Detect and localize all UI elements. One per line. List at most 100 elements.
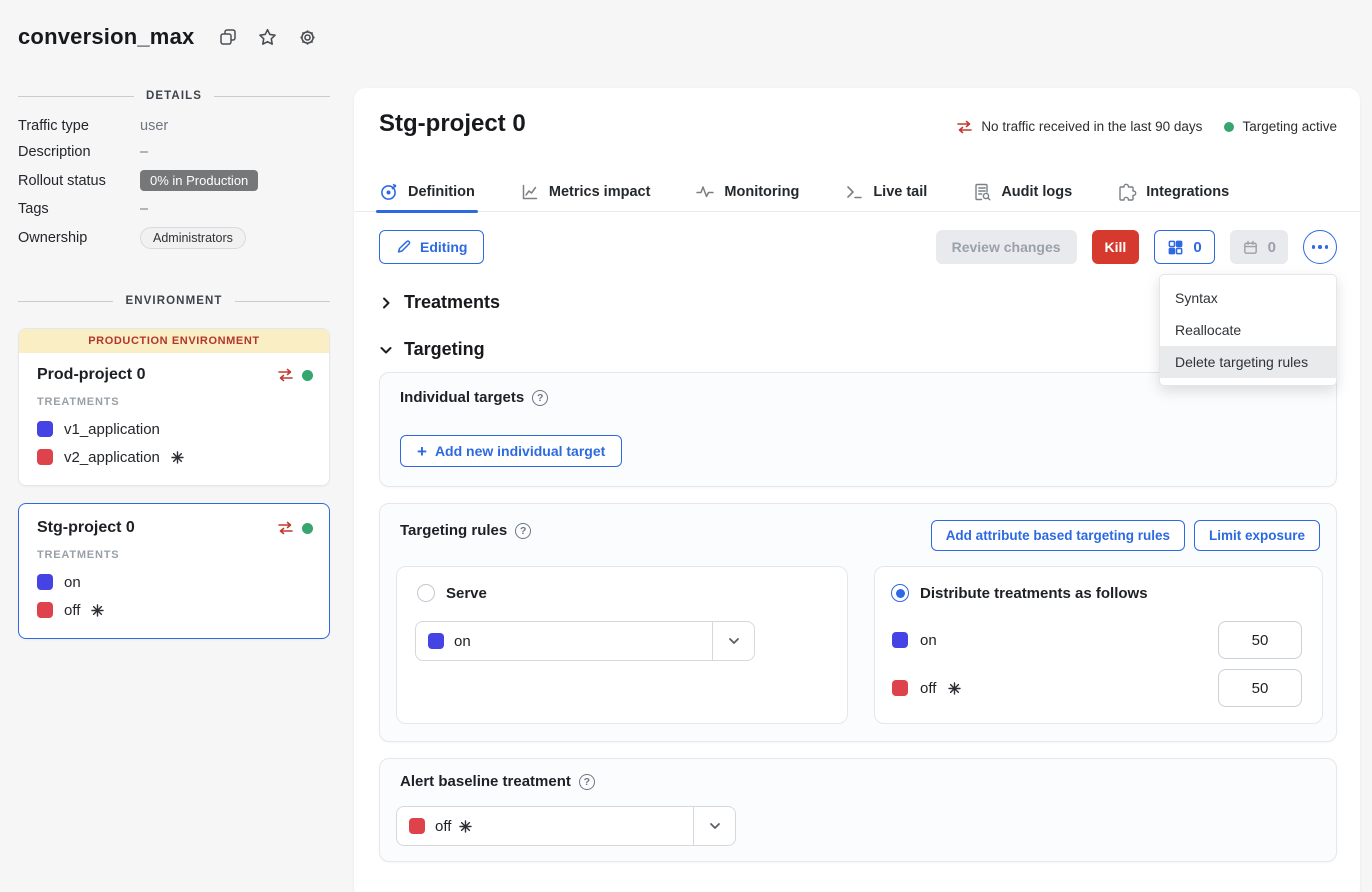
production-environment-banner: PRODUCTION ENVIRONMENT [19, 329, 329, 353]
ownership-pill[interactable]: Administrators [140, 227, 246, 249]
treatment-row: off [37, 596, 313, 624]
treatment-row: v1_application [37, 415, 313, 443]
review-changes-button[interactable]: Review changes [936, 230, 1077, 264]
env-name: Prod-project 0 [37, 366, 277, 384]
traffic-swap-icon [277, 521, 294, 535]
default-treatment-asterisk-icon [171, 451, 184, 464]
help-icon[interactable]: ? [579, 774, 595, 790]
menu-item-syntax[interactable]: Syntax [1160, 282, 1336, 314]
individual-targets-title: Individual targets [400, 389, 524, 406]
alert-baseline-select[interactable]: off [396, 806, 736, 846]
default-treatment-asterisk-icon [459, 820, 472, 833]
puzzle-icon [1117, 182, 1137, 202]
env-card-prod[interactable]: PRODUCTION ENVIRONMENT Prod-project 0 TR… [18, 328, 330, 486]
env-active-dot [302, 370, 313, 381]
individual-targets-panel: Individual targets ? + Add new individua… [379, 372, 1337, 487]
distribute-row-off: off [892, 669, 1302, 707]
details-divider: DETAILS [18, 90, 330, 102]
chevron-right-icon [379, 296, 393, 310]
chevron-down-icon [379, 343, 393, 357]
rules-count-button[interactable]: 0 [1154, 230, 1214, 264]
tab-metrics-impact[interactable]: Metrics impact [520, 172, 651, 212]
treatment-row: v2_application [37, 443, 313, 471]
menu-item-delete-targeting-rules[interactable]: Delete targeting rules [1160, 346, 1336, 378]
treatment-row: on [37, 568, 313, 596]
environment-divider: ENVIRONMENT [18, 295, 330, 307]
add-individual-target-button[interactable]: + Add new individual target [400, 435, 622, 467]
detail-row-traffic-type: Traffic type user [18, 113, 330, 139]
treatment-color-swatch [37, 574, 53, 590]
tab-monitoring[interactable]: Monitoring [695, 172, 799, 212]
traffic-swap-icon [956, 120, 973, 134]
distribute-card: Distribute treatments as follows on off [874, 566, 1323, 724]
copy-icon[interactable] [218, 27, 238, 47]
targeting-section-toggle[interactable]: Targeting [379, 339, 485, 360]
chart-line-icon [520, 182, 540, 202]
tab-bar: Definition Metrics impact Monitoring [354, 172, 1360, 212]
env-card-stg[interactable]: Stg-project 0 TREATMENTS on [18, 503, 330, 639]
add-attribute-rules-button[interactable]: Add attribute based targeting rules [931, 520, 1185, 551]
tab-integrations[interactable]: Integrations [1117, 172, 1229, 212]
serve-treatment-select[interactable]: on [415, 621, 755, 661]
distribute-row-on: on [892, 621, 1302, 659]
tab-definition[interactable]: Definition [379, 172, 475, 212]
kill-button[interactable]: Kill [1092, 230, 1140, 264]
rollout-status-badge: 0% in Production [140, 170, 258, 191]
tab-audit-logs[interactable]: Audit logs [972, 172, 1072, 212]
calendar-icon [1242, 239, 1259, 256]
targeting-rules-title: Targeting rules [400, 522, 507, 539]
pulse-icon [695, 182, 715, 202]
favorite-star-icon[interactable] [257, 27, 278, 48]
treatment-color-swatch [409, 818, 425, 834]
distribute-radio[interactable] [891, 584, 909, 602]
percentage-input-off[interactable] [1218, 669, 1302, 707]
more-actions-menu: Syntax Reallocate Delete targeting rules [1159, 274, 1337, 386]
env-active-dot [302, 523, 313, 534]
schedule-count-button[interactable]: 0 [1230, 230, 1288, 264]
detail-row-ownership: Ownership Administrators [18, 222, 330, 253]
chevron-down-icon [693, 807, 735, 845]
limit-exposure-button[interactable]: Limit exposure [1194, 520, 1320, 551]
details-heading: DETAILS [146, 90, 202, 102]
targeting-active-status: Targeting active [1224, 119, 1337, 134]
treatments-label: TREATMENTS [37, 396, 313, 408]
detail-row-rollout-status: Rollout status 0% in Production [18, 165, 330, 196]
detail-row-description: Description – [18, 139, 330, 165]
targeting-active-dot [1224, 122, 1234, 132]
environment-heading: ENVIRONMENT [125, 295, 222, 307]
settings-gear-icon[interactable] [297, 27, 318, 48]
alert-baseline-title: Alert baseline treatment [400, 773, 571, 790]
editing-button[interactable]: Editing [379, 230, 484, 264]
flag-name: conversion_max [18, 24, 194, 50]
plus-icon: + [417, 443, 427, 460]
status-row: No traffic received in the last 90 days … [956, 119, 1337, 134]
grid-icon [1167, 239, 1184, 256]
pencil-icon [396, 239, 412, 255]
more-actions-button[interactable] [1303, 230, 1337, 264]
help-icon[interactable]: ? [532, 390, 548, 406]
tab-live-tail[interactable]: Live tail [844, 172, 927, 212]
treatment-color-swatch [37, 602, 53, 618]
serve-label: Serve [446, 585, 487, 602]
terminal-icon [844, 182, 864, 202]
treatment-color-swatch [37, 449, 53, 465]
detail-row-tags: Tags – [18, 196, 330, 222]
help-icon[interactable]: ? [515, 523, 531, 539]
audit-log-icon [972, 182, 992, 202]
no-traffic-status: No traffic received in the last 90 days [956, 119, 1202, 134]
traffic-swap-icon [277, 368, 294, 382]
menu-item-reallocate[interactable]: Reallocate [1160, 314, 1336, 346]
env-name: Stg-project 0 [37, 519, 277, 537]
treatment-color-swatch [37, 421, 53, 437]
serve-radio[interactable] [417, 584, 435, 602]
target-icon [379, 182, 399, 202]
alert-baseline-panel: Alert baseline treatment ? off [379, 758, 1337, 862]
treatments-section-toggle[interactable]: Treatments [379, 292, 500, 313]
distribute-label: Distribute treatments as follows [920, 585, 1148, 602]
treatment-color-swatch [892, 632, 908, 648]
page-title: Stg-project 0 [379, 110, 526, 138]
default-treatment-asterisk-icon [948, 682, 961, 695]
page: conversion_max DETAILS [0, 0, 1372, 892]
percentage-input-on[interactable] [1218, 621, 1302, 659]
default-treatment-asterisk-icon [91, 604, 104, 617]
